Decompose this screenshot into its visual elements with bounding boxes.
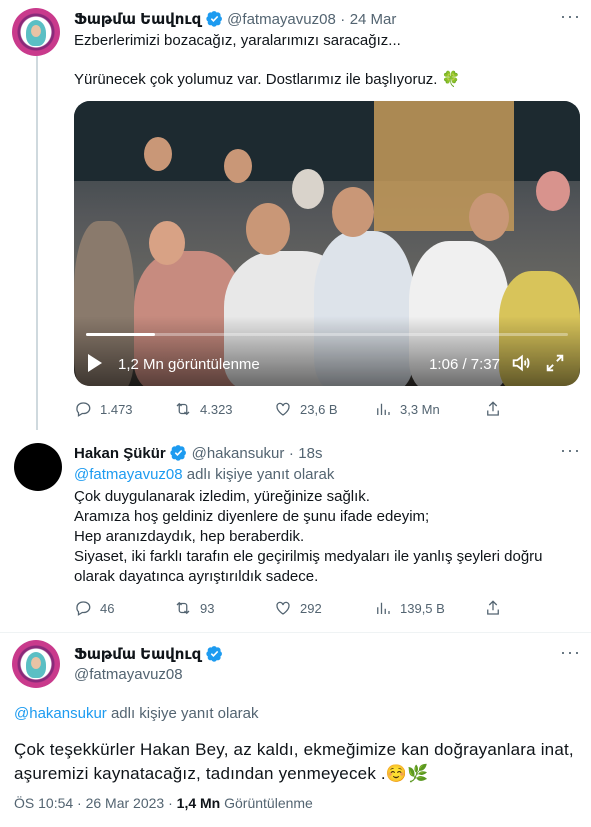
video-person-head <box>469 193 509 241</box>
more-icon[interactable]: ··· <box>560 6 581 27</box>
retweet-icon <box>176 402 190 416</box>
avatar-fatmayavuz[interactable] <box>12 640 60 688</box>
video-progress-bar[interactable] <box>86 333 568 336</box>
video-progress-fill <box>86 333 156 336</box>
reply-icon <box>76 402 91 417</box>
retweet-icon <box>176 601 190 615</box>
display-name[interactable]: Ֆաթմա Եավուզ <box>74 11 201 28</box>
views-count: 139,5 B <box>400 600 445 616</box>
video-person-head <box>332 187 374 237</box>
tweet-date[interactable]: 24 Mar <box>350 11 397 28</box>
reply-to-handle[interactable]: @fatmayavuz08 <box>74 466 183 483</box>
like-button[interactable]: 292 <box>274 599 374 617</box>
video-controls-overlay <box>74 316 580 386</box>
views-icon <box>377 602 390 614</box>
views-icon <box>377 403 390 415</box>
views-button[interactable]: 139,5 B <box>374 599 484 617</box>
tweet1-header: Ֆաթմա Եավուզ @fatmayavuz08 · 24 Mar <box>74 10 396 29</box>
reply-to-handle[interactable]: @hakansukur <box>14 705 107 722</box>
like-count: 23,6 B <box>300 401 338 417</box>
verified-badge-icon <box>170 445 187 461</box>
tweet1-action-bar: 1.473 4.323 23,6 B 3,3 Mn <box>74 400 502 418</box>
video-person-head <box>246 203 290 255</box>
video-player[interactable]: 1,2 Mn görüntülenme 1:06 / 7:37 <box>74 101 580 386</box>
display-name[interactable]: Ֆաթմա Եավուզ <box>74 646 201 663</box>
avatar-fatmayavuz[interactable] <box>12 8 60 56</box>
tweet2-text-line: olarak dayatınca ayrıştırıldık sadece. <box>74 568 319 585</box>
tweet2-header: Hakan Şükür @hakansukur · 18s <box>74 444 322 463</box>
handle[interactable]: @fatmayavuz08 <box>227 11 336 28</box>
reply-count: 1.473 <box>100 401 133 417</box>
tweet2-text-line: Aramıza hoş geldiniz diyenlere de şunu i… <box>74 508 430 525</box>
views-count: 3,3 Mn <box>400 401 440 417</box>
share-button[interactable] <box>484 599 502 617</box>
tweet-view-count: 1,4 Mn <box>176 795 221 811</box>
like-icon <box>276 402 290 416</box>
reply-icon <box>76 601 91 616</box>
video-person-head <box>149 221 185 265</box>
tweet-view-label: Görüntülenme <box>224 795 313 811</box>
tweet3-text: Çok teşekkürler Hakan Bey, az kaldı, ekm… <box>14 738 574 786</box>
reply-count: 46 <box>100 600 115 616</box>
video-view-count: 1,2 Mn görüntülenme <box>118 356 260 373</box>
tweet3-text-line: Çok teşekkürler Hakan Bey, az kaldı, ekm… <box>14 740 574 759</box>
tweet-date[interactable]: 18s <box>298 445 322 462</box>
separator: · <box>288 445 294 462</box>
share-button[interactable] <box>484 400 502 418</box>
reply-button[interactable]: 1.473 <box>74 400 174 418</box>
reply-to-suffix: adlı kişiye yanıt olarak <box>110 705 259 722</box>
handle[interactable]: @fatmayavuz08 <box>74 666 183 683</box>
video-person-head <box>144 137 172 171</box>
tweet2-text-line: Siyaset, iki farklı tarafın ele geçirilm… <box>74 548 543 565</box>
share-icon <box>487 401 499 416</box>
retweet-count: 4.323 <box>200 401 233 417</box>
more-icon[interactable]: ··· <box>560 440 581 461</box>
tweet3-header-name: Ֆաթմա Եավուզ <box>74 645 223 664</box>
reply-context: @hakansukur adlı kişiye yanıt olarak <box>14 704 259 724</box>
thread-connector-line <box>36 56 38 430</box>
tweet1-text-line1: Ezberlerimizi bozacağız, yaralarımızı sa… <box>74 32 401 49</box>
video-person-head <box>536 171 570 211</box>
avatar-hakansukur[interactable] <box>14 443 62 491</box>
views-button[interactable]: 3,3 Mn <box>374 400 484 418</box>
tweet2-text-line: Çok duygulanarak izledim, yüreğinize sağ… <box>74 488 370 505</box>
like-button[interactable]: 23,6 B <box>274 400 374 418</box>
retweet-count: 93 <box>200 600 215 616</box>
like-icon <box>276 601 290 615</box>
retweet-button[interactable]: 4.323 <box>174 400 274 418</box>
share-icon <box>487 600 499 615</box>
play-icon[interactable] <box>88 354 102 372</box>
reply-to-suffix: adlı kişiye yanıt olarak <box>186 466 335 483</box>
verified-badge-icon <box>206 646 222 662</box>
separator: · <box>340 11 346 28</box>
tweet2-text-line: Hep aranızdaydık, hep beraberdik. <box>74 528 305 545</box>
video-person-head <box>292 169 324 209</box>
like-count: 292 <box>300 600 322 616</box>
tweet2-action-bar: 46 93 292 139,5 B <box>74 599 502 617</box>
tweet-divider <box>0 632 591 633</box>
more-icon[interactable]: ··· <box>560 642 581 663</box>
tweet3-meta: ÖS 10:54 · 26 Mar 2023 · 1,4 Mn Görüntül… <box>14 795 313 811</box>
volume-icon[interactable] <box>510 352 532 374</box>
tweet2-text: Çok duygulanarak izledim, yüreğinize sağ… <box>74 487 574 587</box>
display-name[interactable]: Hakan Şükür <box>74 445 166 462</box>
reply-context: @fatmayavuz08 adlı kişiye yanıt olarak <box>74 465 334 485</box>
retweet-button[interactable]: 93 <box>174 599 274 617</box>
video-person-head <box>224 149 252 183</box>
fullscreen-icon[interactable] <box>544 352 566 374</box>
tweet-timestamp[interactable]: ÖS 10:54 · 26 Mar 2023 · <box>14 795 173 811</box>
tweet3-text-line: aşuremizi kaynatacağız, tadından yenmeye… <box>14 764 429 783</box>
handle[interactable]: @hakansukur <box>192 445 285 462</box>
tweet1-text-line2: Yürünecek çok yolumuz var. Dostlarımız i… <box>74 71 461 88</box>
video-timestamp: 1:06 / 7:37 <box>429 356 500 373</box>
reply-button[interactable]: 46 <box>74 599 174 617</box>
verified-badge-icon <box>206 11 222 27</box>
